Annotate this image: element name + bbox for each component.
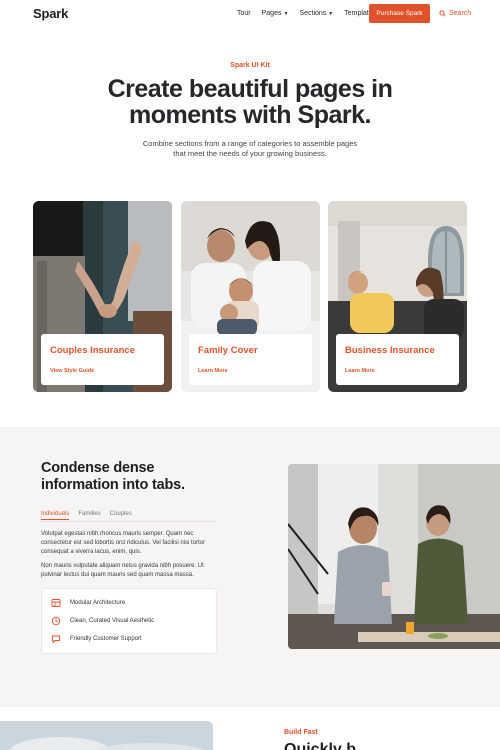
feature-item: Friendly Customer Support xyxy=(51,634,142,644)
coffee-conversation-photo xyxy=(288,464,500,649)
bottom-section-image xyxy=(0,721,213,750)
card-content: Business Insurance Learn More xyxy=(336,334,459,385)
compass-icon xyxy=(51,616,61,626)
bottom-eyebrow: Build Fast xyxy=(284,729,318,736)
tab-divider xyxy=(41,521,217,522)
card-content: Family Cover Learn More xyxy=(189,334,312,385)
hero-title: Create beautiful pages in moments with S… xyxy=(107,75,393,129)
chevron-down-icon: ▼ xyxy=(283,10,289,17)
card-title: Couples Insurance xyxy=(50,345,135,356)
search-label: Search xyxy=(449,10,472,17)
card-link[interactable]: View Style Guide xyxy=(50,368,94,374)
hero-subtitle: Combine sections from a range of categor… xyxy=(142,139,358,158)
card-business[interactable]: Business Insurance Learn More xyxy=(328,201,467,392)
tab-row: Individuals Families Couples xyxy=(41,511,132,520)
card-family[interactable]: Family Cover Learn More xyxy=(181,201,320,392)
search-button[interactable]: Search xyxy=(439,10,471,17)
feature-list: Modular Architecture Clean, Curated Visu… xyxy=(41,588,217,654)
card-link[interactable]: Learn More xyxy=(345,368,375,374)
tab-individuals[interactable]: Individuals xyxy=(41,511,70,520)
card-content: Couples Insurance View Style Guide xyxy=(41,334,164,385)
nav-link-tour[interactable]: Tour xyxy=(237,10,251,17)
tab-families[interactable]: Families xyxy=(78,511,100,520)
tabs-section-title-text: Condense dense information into tabs. xyxy=(41,460,185,493)
feature-label: Friendly Customer Support xyxy=(70,636,142,642)
nav-link-sections[interactable]: Sections ▼ xyxy=(299,10,333,17)
sky-photo xyxy=(0,721,213,750)
nav-link-label: Pages xyxy=(261,10,282,17)
feature-label: Modular Architecture xyxy=(70,600,126,606)
tabs-section-title: Condense dense information into tabs. xyxy=(41,460,201,494)
tab-couples[interactable]: Couples xyxy=(110,511,132,520)
hero-eyebrow: Spark UI Kit xyxy=(230,62,270,69)
feature-item: Clean, Curated Visual Aesthetic xyxy=(51,616,154,626)
search-icon xyxy=(439,10,446,17)
card-title: Business Insurance xyxy=(345,345,435,356)
layout-icon xyxy=(51,599,61,607)
feature-item: Modular Architecture xyxy=(51,598,125,608)
tab-paragraph: Non mauris vulputate aliquam netus gravi… xyxy=(41,563,204,578)
nav-links: Tour Pages▼ Sections▼ Template▼ xyxy=(237,10,380,17)
top-nav: Spark Tour Pages▼ Sections▼ Template▼ Pu… xyxy=(0,0,500,28)
chevron-down-icon: ▼ xyxy=(328,10,334,17)
card-title: Family Cover xyxy=(198,345,258,356)
nav-link-pages[interactable]: Pages ▼ xyxy=(262,10,289,17)
purchase-button[interactable]: Purchase Spark xyxy=(369,4,430,23)
feature-label: Clean, Curated Visual Aesthetic xyxy=(70,618,155,624)
card-link[interactable]: Learn More xyxy=(198,368,228,374)
chat-icon xyxy=(52,635,60,643)
nav-link-label: Tour xyxy=(237,10,251,17)
photo-illustration xyxy=(288,464,500,649)
tab-paragraph: Volutpat egestas nibh rhoncus mauris sem… xyxy=(41,531,206,555)
bottom-heading: Quickly b... xyxy=(284,741,370,750)
logo[interactable]: Spark xyxy=(33,6,68,21)
nav-link-label: Sections xyxy=(299,10,327,17)
card-couples[interactable]: Couples Insurance View Style Guide xyxy=(33,201,172,392)
